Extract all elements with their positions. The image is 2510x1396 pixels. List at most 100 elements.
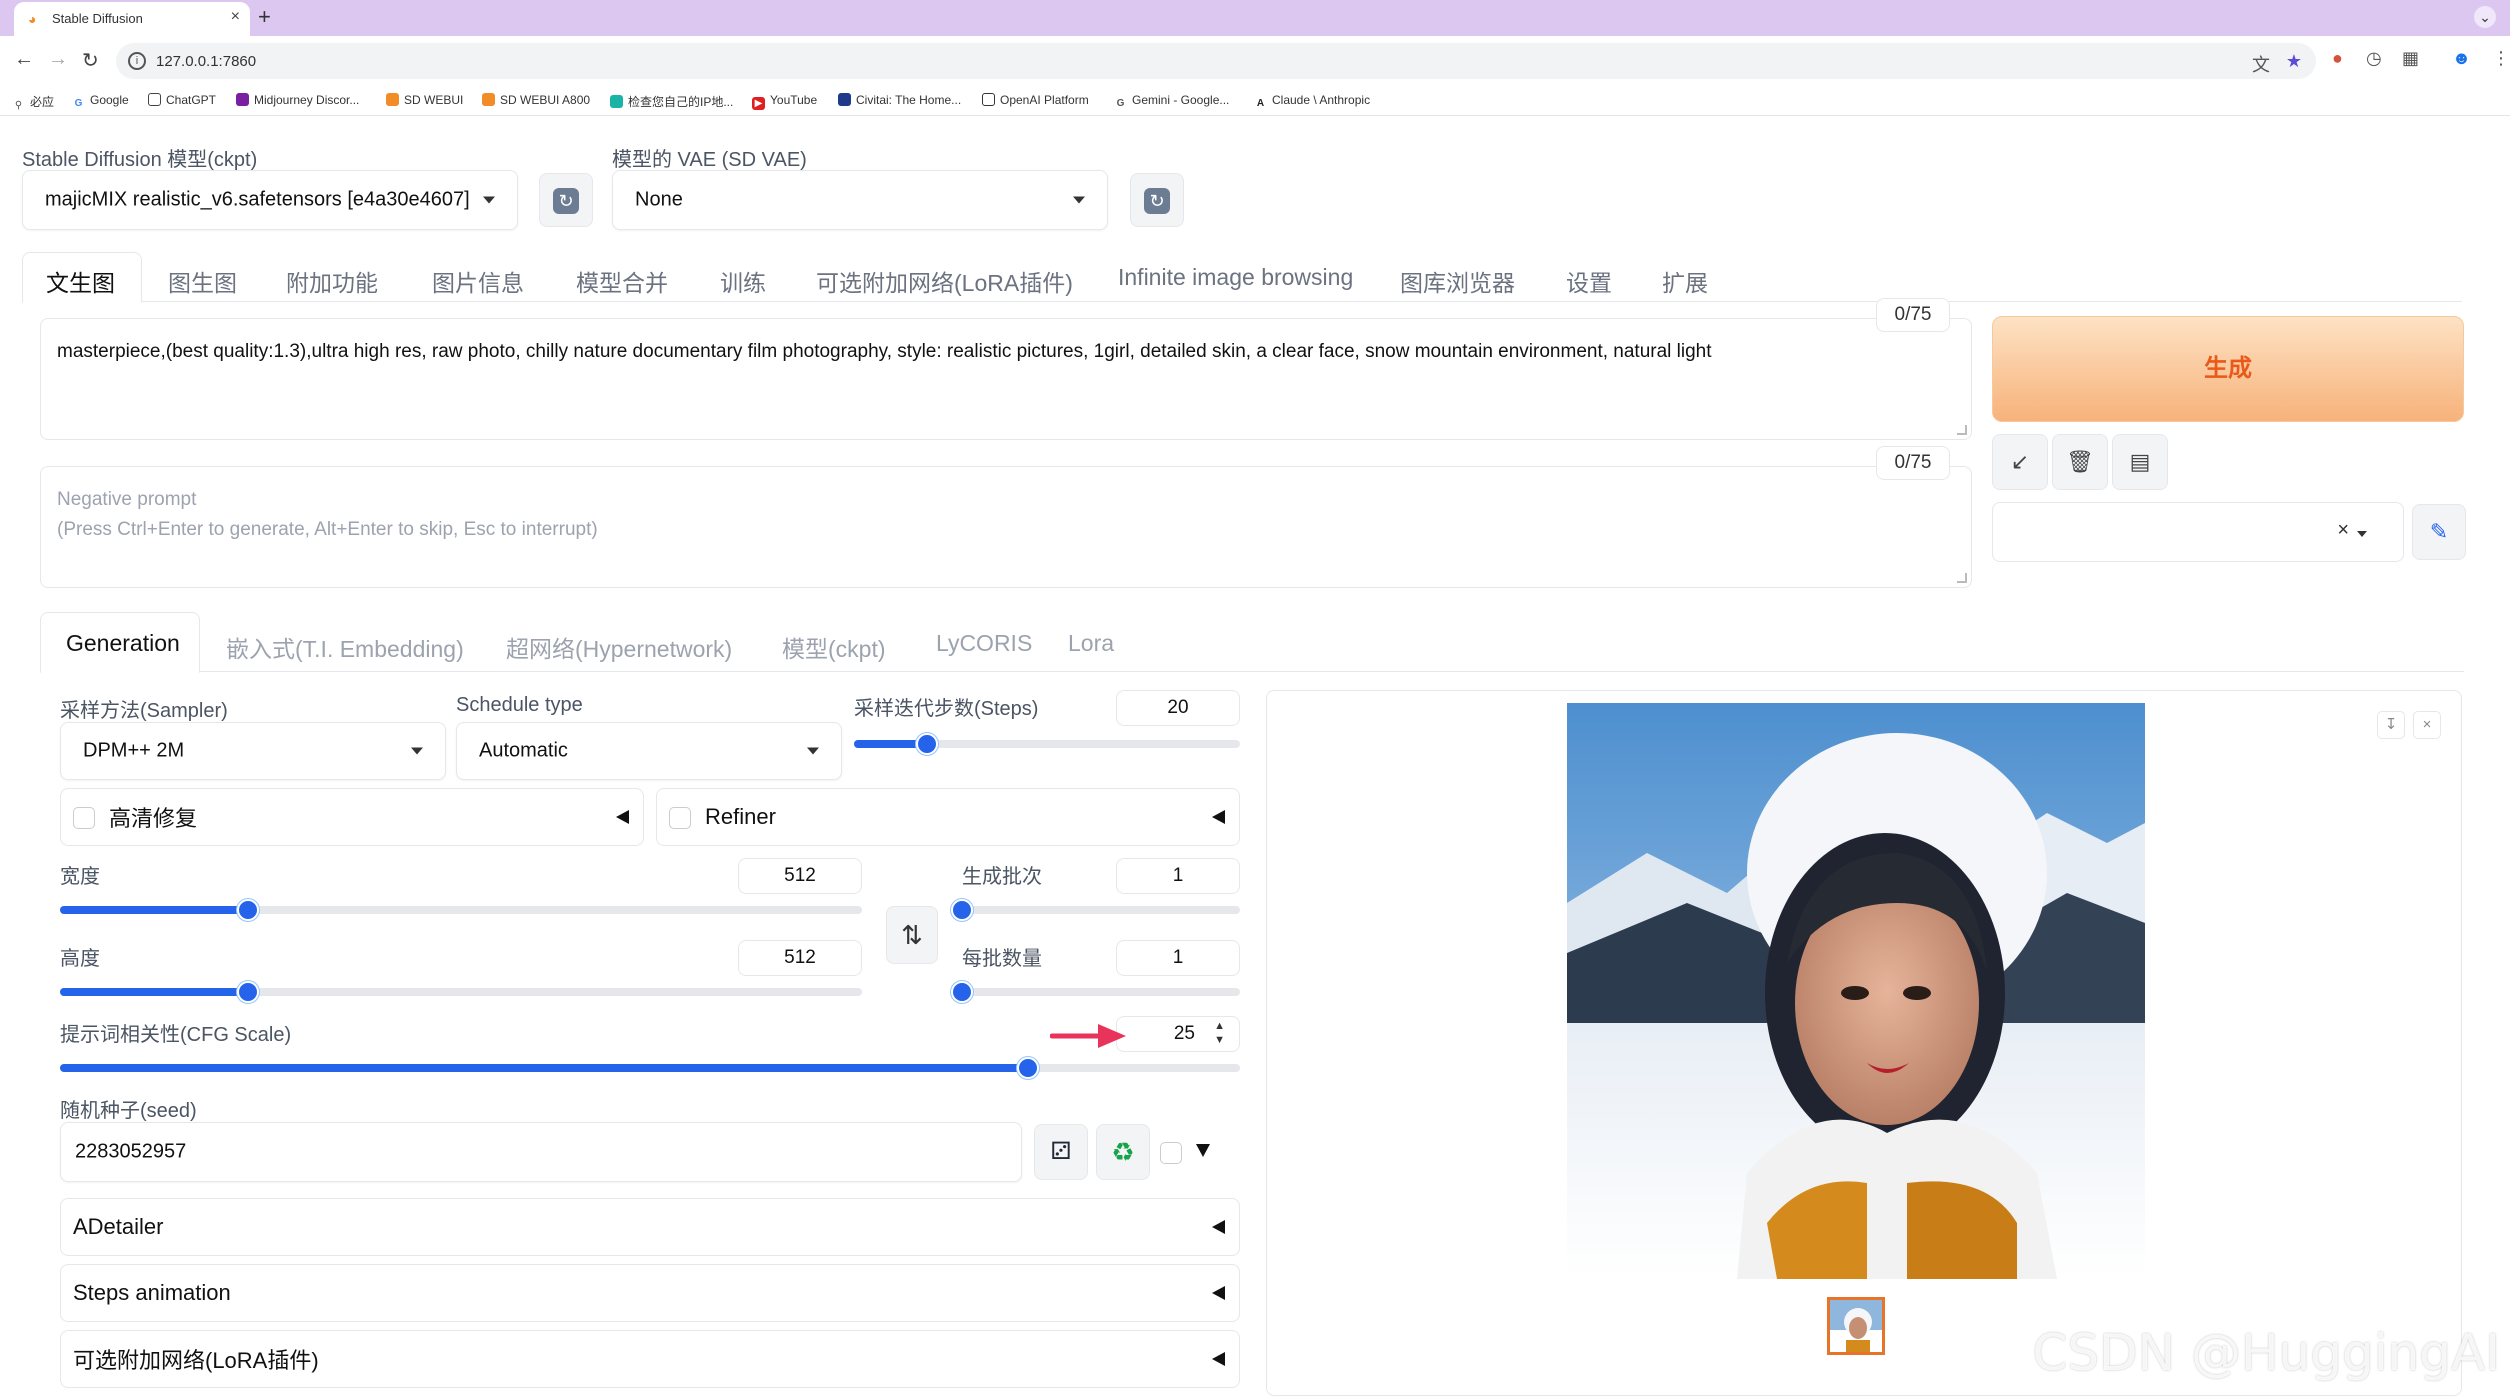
collapse-arrow-icon[interactable] xyxy=(616,810,629,824)
translate-icon[interactable]: 文 xyxy=(2252,51,2270,77)
bookmark-item[interactable]: SD WEBUI A800 xyxy=(482,93,590,107)
refiner-accordion[interactable]: Refiner xyxy=(656,788,1240,846)
spinner-arrows-icon[interactable]: ▲ ▼ xyxy=(1214,1019,1225,1047)
tab-png-info[interactable]: 图片信息 xyxy=(432,264,524,298)
height-slider[interactable] xyxy=(60,981,862,1003)
gallery-thumbnail[interactable] xyxy=(1827,1297,1885,1355)
seed-input[interactable]: 2283052957 xyxy=(60,1122,1022,1182)
clear-x-icon[interactable]: × xyxy=(2337,519,2349,542)
edit-style-button[interactable]: ✎ xyxy=(2412,504,2466,560)
tab-infinite-image-browsing[interactable]: Infinite image browsing xyxy=(1118,264,1353,291)
styles-dropdown[interactable]: × xyxy=(1992,502,2404,562)
extensions-puzzle-icon[interactable]: ▦ xyxy=(2402,48,2419,69)
bookmark-item[interactable]: 检查您自己的IP地... xyxy=(610,93,733,110)
width-slider[interactable] xyxy=(60,899,862,921)
hires-fix-checkbox[interactable] xyxy=(73,807,95,829)
reuse-seed-button[interactable]: ♻ xyxy=(1096,1124,1150,1180)
tab-checkpoint-merger[interactable]: 模型合并 xyxy=(576,264,668,298)
bookmark-star-icon[interactable]: ★ xyxy=(2286,51,2302,72)
generated-image[interactable] xyxy=(1567,703,2145,1279)
tab-embedding[interactable]: 嵌入式(T.I. Embedding) xyxy=(226,630,464,664)
bookmark-item[interactable]: G Gemini - Google... xyxy=(1114,93,1229,110)
tab-additional-networks[interactable]: 可选附加网络(LoRA插件) xyxy=(816,264,1073,298)
tab-image-browser[interactable]: 图库浏览器 xyxy=(1400,264,1515,298)
url-text[interactable]: 127.0.0.1:7860 xyxy=(156,53,256,70)
width-slider-thumb[interactable] xyxy=(237,899,260,921)
collapse-arrow-icon[interactable] xyxy=(1212,1220,1225,1234)
negative-prompt-textarea[interactable]: Negative prompt (Press Ctrl+Enter to gen… xyxy=(40,466,1972,588)
resize-handle-icon[interactable] xyxy=(1957,425,1967,435)
refiner-checkbox[interactable] xyxy=(669,807,691,829)
collapse-arrow-icon[interactable] xyxy=(1212,810,1225,824)
profile-avatar-icon[interactable]: ☻ xyxy=(2452,48,2471,69)
bookmark-item[interactable]: ⚲ 必应 xyxy=(12,93,54,112)
new-tab-icon[interactable]: + xyxy=(258,4,271,30)
ckpt-dropdown[interactable]: majicMIX realistic_v6.safetensors [e4a30… xyxy=(22,170,518,230)
steps-slider[interactable] xyxy=(854,733,1240,755)
bookmark-item[interactable]: ▶ YouTube xyxy=(752,93,817,110)
tab-generation[interactable]: Generation xyxy=(66,630,180,657)
tab-img2img[interactable]: 图生图 xyxy=(168,264,237,298)
tab-search-chevron-icon[interactable]: ⌄ xyxy=(2474,6,2496,28)
tab-close-icon[interactable]: × xyxy=(231,8,240,26)
tab-ckpt[interactable]: 模型(ckpt) xyxy=(782,630,886,664)
tab-lora[interactable]: Lora xyxy=(1068,630,1114,657)
download-icon[interactable]: ↧ xyxy=(2377,711,2405,739)
extra-seed-checkbox[interactable] xyxy=(1160,1142,1182,1164)
style-notebook-button[interactable]: ▤ xyxy=(2112,434,2168,490)
bookmark-item[interactable]: OpenAI Platform xyxy=(982,93,1089,107)
batch-size-input[interactable]: 1 xyxy=(1116,940,1240,976)
tab-extras[interactable]: 附加功能 xyxy=(286,264,378,298)
bookmark-item[interactable]: ChatGPT xyxy=(148,93,216,107)
batch-size-slider-thumb[interactable] xyxy=(951,981,973,1003)
ckpt-refresh-button[interactable]: ↻ xyxy=(539,173,593,227)
steps-input[interactable]: 20 xyxy=(1116,690,1240,726)
batch-count-slider[interactable] xyxy=(951,899,1240,921)
read-params-button[interactable]: ↙ xyxy=(1992,434,2048,490)
hires-fix-accordion[interactable]: 高清修复 xyxy=(60,788,644,846)
bookmark-item[interactable]: Civitai: The Home... xyxy=(838,93,961,107)
batch-count-slider-thumb[interactable] xyxy=(951,899,973,921)
random-seed-button[interactable]: ⚂ xyxy=(1034,1124,1088,1180)
tab-train[interactable]: 训练 xyxy=(720,264,766,298)
chevron-down-icon[interactable] xyxy=(2357,531,2367,537)
batch-size-slider[interactable] xyxy=(951,981,1240,1003)
history-icon[interactable]: ◷ xyxy=(2366,48,2382,69)
sampler-dropdown[interactable]: DPM++ 2M xyxy=(60,722,446,780)
steps-slider-thumb[interactable] xyxy=(916,733,939,755)
additional-networks-accordion[interactable]: 可选附加网络(LoRA插件) xyxy=(60,1330,1240,1388)
extension-record-icon[interactable]: ● xyxy=(2332,48,2343,69)
schedule-type-dropdown[interactable]: Automatic xyxy=(456,722,842,780)
bookmark-item[interactable]: Midjourney Discor... xyxy=(236,93,359,107)
height-input[interactable]: 512 xyxy=(738,940,862,976)
browser-menu-icon[interactable]: ⋮ xyxy=(2492,48,2510,69)
tab-hypernetwork[interactable]: 超网络(Hypernetwork) xyxy=(506,630,732,664)
omnibox[interactable]: i 127.0.0.1:7860 文 ★ xyxy=(116,43,2316,79)
bookmark-item[interactable]: A Claude \ Anthropic xyxy=(1254,93,1370,110)
tab-txt2img[interactable]: 文生图 xyxy=(46,264,115,298)
tab-settings[interactable]: 设置 xyxy=(1566,264,1612,298)
prompt-textarea[interactable]: masterpiece,(best quality:1.3),ultra hig… xyxy=(40,318,1972,440)
forward-arrow-icon[interactable]: → xyxy=(48,48,68,71)
bookmark-item[interactable]: SD WEBUI xyxy=(386,93,463,107)
reload-icon[interactable]: ↻ xyxy=(82,48,99,73)
batch-count-input[interactable]: 1 xyxy=(1116,858,1240,894)
vae-dropdown[interactable]: None xyxy=(612,170,1108,230)
collapse-arrow-icon[interactable] xyxy=(1212,1352,1225,1366)
collapse-arrow-icon[interactable] xyxy=(1212,1286,1225,1300)
generate-button[interactable]: 生成 xyxy=(1992,316,2464,422)
browser-tab[interactable]: ◕ Stable Diffusion × xyxy=(14,2,250,36)
extra-seed-toggle-arrow-icon[interactable] xyxy=(1196,1144,1210,1157)
width-input[interactable]: 512 xyxy=(738,858,862,894)
clear-prompt-button[interactable]: 🗑 xyxy=(2052,434,2108,490)
resize-handle-icon[interactable] xyxy=(1957,573,1967,583)
cfg-scale-input[interactable]: 25 ▲ ▼ xyxy=(1116,1016,1240,1052)
bookmark-item[interactable]: G Google xyxy=(72,93,129,110)
cfg-scale-slider[interactable] xyxy=(60,1057,1240,1079)
swap-dimensions-button[interactable]: ⇅ xyxy=(886,906,938,964)
cfg-scale-slider-thumb[interactable] xyxy=(1016,1057,1039,1079)
vae-refresh-button[interactable]: ↻ xyxy=(1130,173,1184,227)
close-icon[interactable]: × xyxy=(2413,711,2441,739)
tab-extensions[interactable]: 扩展 xyxy=(1662,264,1708,298)
site-info-icon[interactable]: i xyxy=(128,52,146,70)
